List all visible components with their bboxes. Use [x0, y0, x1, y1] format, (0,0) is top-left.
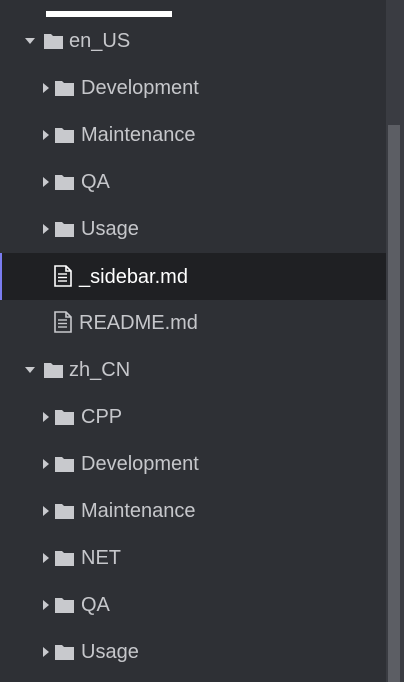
chevron-right-icon[interactable]	[41, 553, 51, 563]
tree-folder-cpp[interactable]: CPP	[0, 393, 386, 440]
tree-item-label: Usage	[81, 218, 139, 240]
tree-item-label: _sidebar.md	[79, 266, 188, 288]
folder-icon	[54, 126, 75, 144]
tree-item-label: QA	[81, 594, 110, 616]
chevron-down-icon[interactable]	[25, 365, 35, 375]
chevron-right-icon[interactable]	[41, 647, 51, 657]
folder-icon	[54, 455, 75, 473]
folder-icon	[54, 408, 75, 426]
tree-folder-zh-cn[interactable]: zh_CN	[0, 346, 386, 393]
chevron-right-icon[interactable]	[41, 459, 51, 469]
tree-item-label: NET	[81, 547, 121, 569]
tree-file-sidebar-md[interactable]: _sidebar.md	[0, 253, 386, 300]
folder-icon	[43, 361, 64, 379]
tree-item-label: zh_CN	[69, 359, 131, 381]
file-explorer: en_US Development Maintenance QA Usage _…	[0, 0, 404, 682]
tree-item-label: Development	[81, 453, 199, 475]
chevron-down-icon[interactable]	[25, 36, 35, 46]
folder-icon	[54, 596, 75, 614]
tree-folder-qa[interactable]: QA	[0, 158, 386, 205]
tree-item-label: README.md	[79, 312, 198, 334]
tree-folder-maintenance[interactable]: Maintenance	[0, 111, 386, 158]
chevron-right-icon[interactable]	[41, 83, 51, 93]
tree-file-readme-md[interactable]: README.md	[0, 299, 386, 346]
folder-icon	[54, 79, 75, 97]
chevron-right-icon[interactable]	[41, 506, 51, 516]
chevron-right-icon[interactable]	[41, 224, 51, 234]
folder-icon	[54, 173, 75, 191]
tree-item-label: CPP	[81, 406, 123, 428]
tree-item-label: en_US	[69, 30, 131, 52]
scrollbar-track[interactable]	[386, 0, 404, 682]
folder-icon	[54, 643, 75, 661]
file-text-icon	[54, 265, 72, 287]
tree-item-label: Development	[81, 77, 199, 99]
tree-folder-maintenance[interactable]: Maintenance	[0, 487, 386, 534]
folder-icon	[54, 220, 75, 238]
tree-folder-net[interactable]: NET	[0, 534, 386, 581]
folder-icon	[54, 502, 75, 520]
tree-folder-en-us[interactable]: en_US	[0, 17, 386, 64]
tree-item-label: Usage	[81, 641, 139, 663]
folder-icon	[54, 549, 75, 567]
tree-item-label: QA	[81, 171, 110, 193]
chevron-right-icon[interactable]	[41, 600, 51, 610]
tree-item-label: Maintenance	[81, 500, 196, 522]
tree-folder-usage[interactable]: Usage	[0, 628, 386, 675]
scrollbar-thumb[interactable]	[388, 125, 400, 682]
tree-folder-development[interactable]: Development	[0, 440, 386, 487]
folder-icon	[43, 32, 64, 50]
tree-item-label: Maintenance	[81, 124, 196, 146]
tree-folder-qa[interactable]: QA	[0, 581, 386, 628]
tree-folder-usage[interactable]: Usage	[0, 205, 386, 252]
file-text-icon	[54, 311, 72, 333]
chevron-right-icon[interactable]	[41, 130, 51, 140]
chevron-right-icon[interactable]	[41, 177, 51, 187]
tree-folder-development[interactable]: Development	[0, 64, 386, 111]
chevron-right-icon[interactable]	[41, 412, 51, 422]
